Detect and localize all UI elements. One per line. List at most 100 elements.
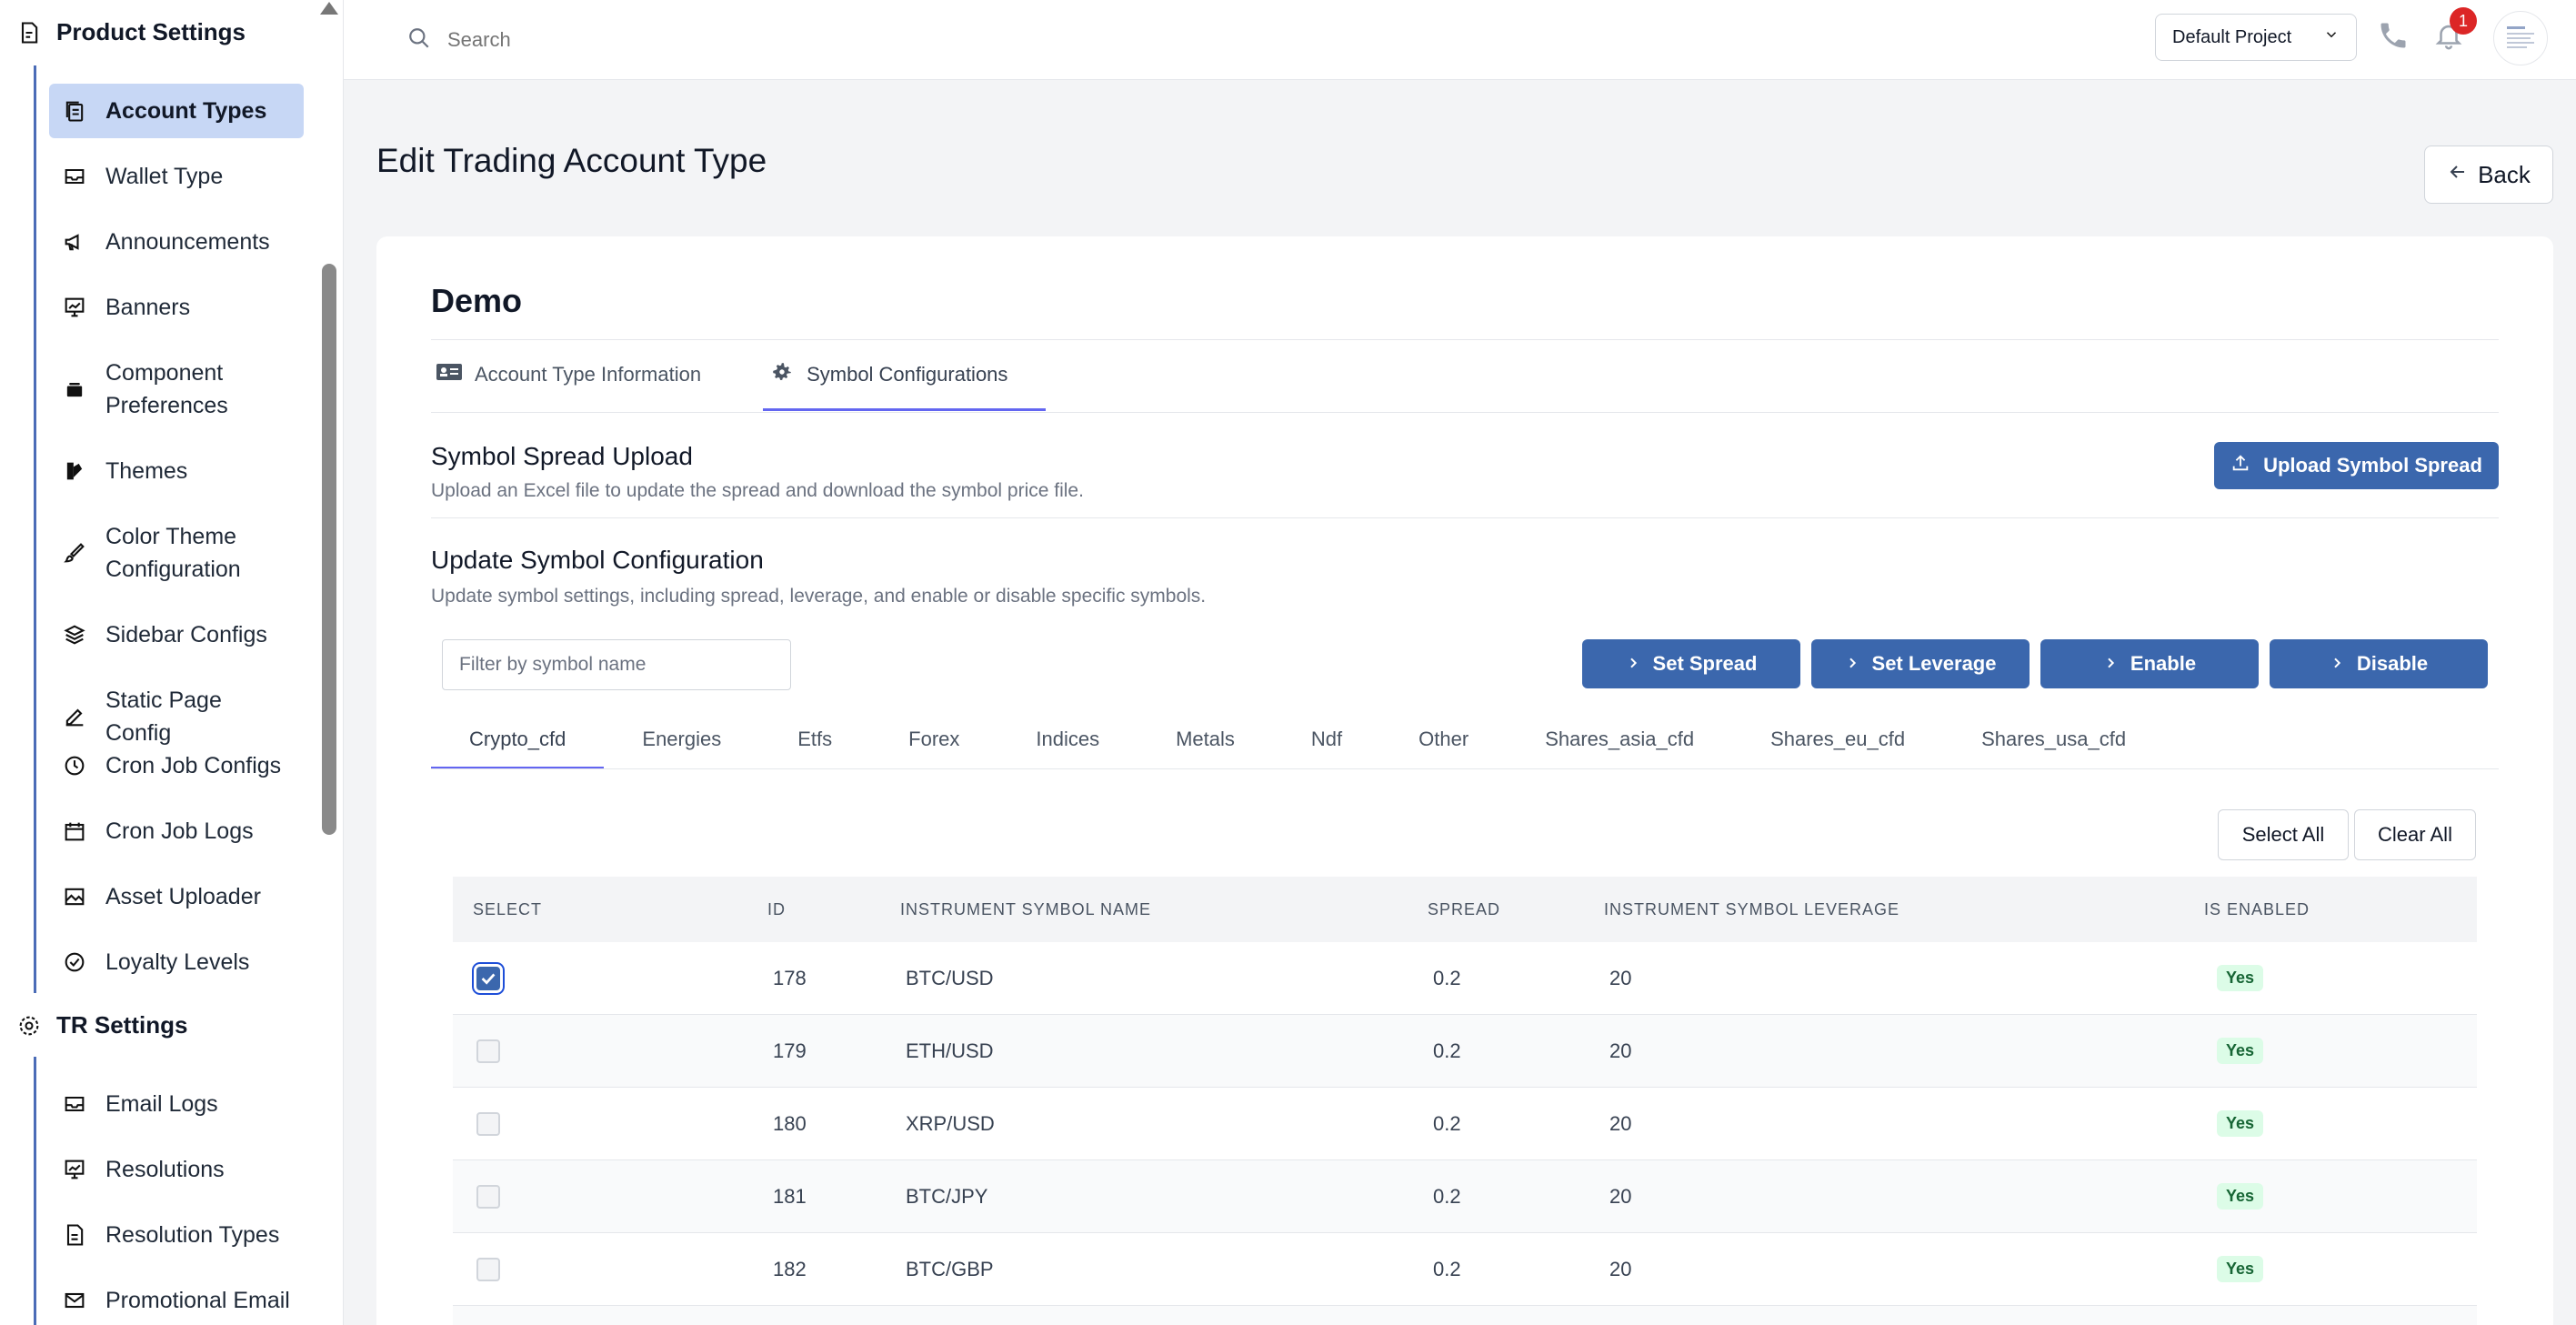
cell-leverage: 20 [1609,1257,1632,1280]
sidebar-item-sidebar-configs[interactable]: Sidebar Configs [49,618,304,651]
cell-symbol-name: BTC/USD [906,966,994,989]
tab-shares-asia-cfd[interactable]: Shares_asia_cfd [1507,709,1732,769]
table-row [453,1306,2477,1325]
search-input[interactable] [447,28,902,52]
symbol-table: SELECT ID INSTRUMENT SYMBOL NAME SPREAD … [453,877,2477,1325]
copy-icon [62,98,87,124]
tab-energies[interactable]: Energies [604,709,759,769]
sidebar-item-resolutions[interactable]: Resolutions [49,1153,304,1186]
tab-ndf[interactable]: Ndf [1273,709,1380,769]
clear-all-button[interactable]: Clear All [2354,809,2476,860]
table-row: 179 ETH/USD 0.2 20 Yes [453,1015,2477,1088]
notification-badge: 1 [2450,7,2477,35]
sidebar-item-static-page-config[interactable]: Static Page Config [49,684,304,749]
status-badge: Yes [2217,1038,2264,1064]
project-select-value: Default Project [2172,26,2292,47]
sidebar-item-account-types[interactable]: Account Types [49,84,304,138]
sidebar-item-cron-job-configs[interactable]: Cron Job Configs [49,749,304,782]
tab-indices[interactable]: Indices [997,709,1138,769]
enable-button[interactable]: Enable [2040,639,2259,688]
row-checkbox[interactable] [476,966,500,990]
sidebar-scrollbar-thumb[interactable] [322,264,336,835]
sidebar-item-email-logs[interactable]: Email Logs [49,1088,304,1120]
check-circle-icon [62,949,87,975]
sidebar-item-label: Cron Job Configs [105,753,282,778]
cell-symbol-name: BTC/JPY [906,1184,988,1208]
presentation-icon [62,295,87,320]
sidebar-item-label: Announcements [105,229,270,255]
set-spread-button[interactable]: Set Spread [1582,639,1800,688]
select-all-button[interactable]: Select All [2218,809,2349,860]
sidebar-item-asset-uploader[interactable]: Asset Uploader [49,880,304,913]
sidebar-item-label: Account Types [105,98,267,124]
sidebar-item-color-theme[interactable]: Color Theme Configuration [49,520,313,586]
upload-section-subtitle: Upload an Excel file to update the sprea… [431,480,1084,501]
sidebar-section-product-settings[interactable]: Product Settings [16,18,246,46]
tab-etfs[interactable]: Etfs [759,709,870,769]
avatar[interactable] [2493,11,2548,65]
status-badge: Yes [2217,965,2264,991]
presentation-icon [62,1157,87,1182]
tab-other[interactable]: Other [1380,709,1507,769]
column-header-id: ID [767,899,786,918]
tab-account-type-information[interactable]: Account Type Information [431,338,739,411]
category-tabs: Crypto_cfd Energies Etfs Forex Indices M… [431,709,2164,769]
sidebar-item-promotional-email[interactable]: Promotional Email [49,1284,304,1317]
tab-crypto-cfd[interactable]: Crypto_cfd [431,709,605,769]
sidebar-item-label: Component Preferences [105,360,228,418]
sidebar-item-label: Banners [105,295,191,320]
back-button[interactable]: Back [2424,146,2553,204]
edit-icon [62,704,87,729]
row-checkbox[interactable] [476,1111,500,1136]
cell-id: 181 [773,1184,807,1208]
sidebar-item-loyalty-levels[interactable]: Loyalty Levels [49,946,304,979]
row-checkbox[interactable] [476,1039,500,1063]
sidebar-item-wallet-type[interactable]: Wallet Type [49,160,304,193]
table-row: 181 BTC/JPY 0.2 20 Yes [453,1160,2477,1233]
tab-shares-usa-cfd[interactable]: Shares_usa_cfd [1943,709,2164,769]
tab-metals[interactable]: Metals [1138,709,1273,769]
sidebar-item-themes[interactable]: Themes [49,455,304,487]
sidebar-item-cron-job-logs[interactable]: Cron Job Logs [49,815,304,848]
search-box[interactable] [407,20,953,60]
sidebar-item-label: Sidebar Configs [105,622,267,647]
sidebar-item-label: Asset Uploader [105,884,261,909]
account-type-card: Demo Account Type Information Symbol Con… [376,236,2553,1325]
column-header-spread: SPREAD [1428,899,1501,918]
symbol-filter-input[interactable] [442,639,791,690]
arrow-left-icon [2447,161,2469,189]
divider [431,768,2499,769]
button-label: Upload Symbol Spread [2263,454,2482,477]
cell-id: 180 [773,1111,807,1135]
row-checkbox[interactable] [476,1257,500,1281]
upload-symbol-spread-button[interactable]: Upload Symbol Spread [2214,442,2499,489]
back-button-label: Back [2478,160,2531,188]
sidebar-item-label: Color Theme Configuration [105,524,241,582]
tab-symbol-configurations[interactable]: Symbol Configurations [763,338,1047,411]
sidebar-item-component-preferences[interactable]: Component Preferences [49,356,313,422]
page-title: Edit Trading Account Type [376,142,767,179]
button-label: Set Spread [1652,652,1758,675]
tab-shares-eu-cfd[interactable]: Shares_eu_cfd [1732,709,1943,769]
cell-symbol-name: ETH/USD [906,1039,994,1062]
cell-id: 182 [773,1257,807,1280]
project-select[interactable]: Default Project [2155,14,2357,61]
sidebar-section-tr-settings[interactable]: TR Settings [16,1011,187,1039]
set-leverage-button[interactable]: Set Leverage [1811,639,2030,688]
sidebar-item-banners[interactable]: Banners [49,291,304,324]
status-badge: Yes [2217,1110,2264,1137]
sidebar-item-announcements[interactable]: Announcements [49,226,304,258]
table-header: SELECT ID INSTRUMENT SYMBOL NAME SPREAD … [453,877,2477,942]
tab-forex[interactable]: Forex [870,709,997,769]
sidebar-item-resolution-types[interactable]: Resolution Types [49,1219,304,1251]
sidebar-item-label: Static Page Config [105,688,222,746]
disable-button[interactable]: Disable [2270,639,2488,688]
mail-icon [62,1288,87,1313]
column-header-is-enabled: IS ENABLED [2204,899,2310,918]
cell-symbol-name: BTC/GBP [906,1257,994,1280]
button-label: Enable [2130,652,2197,675]
scroll-up-arrow[interactable] [320,2,338,15]
search-icon [407,26,431,55]
phone-icon[interactable] [2377,19,2411,54]
row-checkbox[interactable] [476,1184,500,1209]
